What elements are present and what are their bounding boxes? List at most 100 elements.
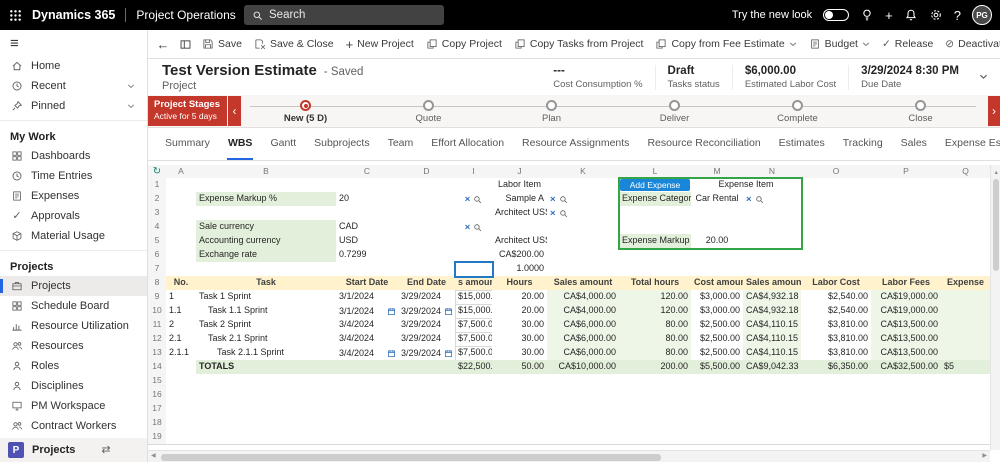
cell-J6[interactable]: CA$200.00 (492, 248, 548, 263)
cell-Q18[interactable] (941, 416, 991, 431)
cell-M15[interactable] (691, 374, 744, 389)
column-header-C[interactable]: C (336, 165, 399, 179)
cell-I3[interactable] (455, 206, 493, 221)
row-header-4[interactable]: 4 (148, 220, 167, 235)
cell-J12[interactable]: 30.00 (492, 332, 548, 347)
cell-Q5[interactable] (941, 234, 991, 249)
clear-value-icon[interactable]: × (465, 221, 471, 234)
cell-B9[interactable]: Task 1 Sprint (196, 290, 337, 305)
cell-J5[interactable]: Architect USSI (492, 234, 548, 249)
cell-P12[interactable]: CA$13,500.00 (871, 332, 942, 347)
cell-J7[interactable]: 1.0000 (492, 262, 548, 277)
cell-C16[interactable] (336, 388, 399, 403)
bell-icon[interactable] (904, 8, 918, 22)
cell-L19[interactable] (619, 430, 692, 445)
column-header-P[interactable]: P (871, 165, 942, 179)
cell-D5[interactable] (398, 234, 456, 249)
app-launcher-icon[interactable] (0, 0, 30, 30)
horizontal-scroll-thumb[interactable] (161, 453, 661, 461)
cell-Q1[interactable] (941, 178, 991, 193)
cell-M16[interactable] (691, 388, 744, 403)
cell-D3[interactable] (398, 206, 456, 221)
cell-Q16[interactable] (941, 388, 991, 403)
scroll-left-icon[interactable]: ◀ (151, 451, 156, 462)
cell-I16[interactable] (455, 388, 493, 403)
cell-K8[interactable]: Sales amount (547, 276, 620, 291)
column-header-J[interactable]: J (492, 165, 548, 179)
cell-O12[interactable]: $3,810.00 (801, 332, 872, 347)
cell-A10[interactable]: 1.1 (166, 304, 197, 319)
cell-B11[interactable]: Task 2 Sprint (196, 318, 337, 333)
cell-O6[interactable] (801, 248, 872, 263)
cell-C2[interactable]: 20 (336, 192, 399, 207)
cell-K6[interactable] (547, 248, 620, 263)
column-header-A[interactable]: A (166, 165, 197, 179)
tab-resource-reconciliation[interactable]: Resource Reconciliation (646, 137, 761, 160)
cell-L4[interactable] (619, 220, 692, 235)
cell-L6[interactable] (619, 248, 692, 263)
cell-J1[interactable]: Labor Item (492, 178, 548, 193)
column-header-M[interactable]: M (691, 165, 744, 179)
cell-N3[interactable] (743, 206, 802, 221)
cell-D12[interactable]: 3/29/2024 (398, 332, 456, 347)
cell-P5[interactable] (871, 234, 942, 249)
cell-N12[interactable]: CA$4,110.15 (743, 332, 802, 347)
cell-N14[interactable]: CA$9,042.33 (743, 360, 802, 375)
calendar-icon[interactable] (387, 307, 396, 316)
tab-effort-allocation[interactable]: Effort Allocation (430, 137, 505, 160)
cell-N5[interactable] (743, 234, 802, 249)
cell-O14[interactable]: $6,350.00 (801, 360, 872, 375)
cell-C11[interactable]: 3/4/2024 (336, 318, 399, 333)
brand-title[interactable]: Dynamics 365 (32, 8, 115, 22)
row-header-14[interactable]: 14 (148, 360, 167, 375)
cell-Q3[interactable] (941, 206, 991, 221)
cell-N4[interactable] (743, 220, 802, 235)
row-header-12[interactable]: 12 (148, 332, 167, 347)
cell-K2[interactable]: × (547, 192, 620, 207)
cell-D15[interactable] (398, 374, 456, 389)
row-header-17[interactable]: 17 (148, 402, 167, 417)
sidebar-item-resources[interactable]: Resources (0, 336, 147, 356)
row-header-15[interactable]: 15 (148, 374, 167, 389)
lookup-search-icon[interactable] (473, 223, 482, 232)
cell-B15[interactable] (196, 374, 337, 389)
cell-O18[interactable] (801, 416, 872, 431)
deactivate-button[interactable]: ⊘Deactivate (939, 30, 1000, 58)
budget-button[interactable]: Budget (803, 30, 876, 58)
cell-B18[interactable] (196, 416, 337, 431)
cell-A3[interactable] (166, 206, 197, 221)
bpf-prev-button[interactable]: ‹ (228, 96, 241, 126)
cell-M18[interactable] (691, 416, 744, 431)
cell-I14[interactable]: $22,500.00 (455, 360, 503, 375)
cell-J19[interactable] (492, 430, 548, 445)
cell-P9[interactable]: CA$19,000.00 (871, 290, 942, 305)
area-switcher[interactable]: P Projects ⇄ (0, 438, 147, 462)
cell-I18[interactable] (455, 416, 493, 431)
cell-K17[interactable] (547, 402, 620, 417)
cell-N8[interactable]: Sales amount (743, 276, 802, 291)
cell-C12[interactable]: 3/4/2024 (336, 332, 399, 347)
tab-resource-assignments[interactable]: Resource Assignments (521, 137, 630, 160)
cell-N16[interactable] (743, 388, 802, 403)
row-header-19[interactable]: 19 (148, 430, 167, 445)
cell-O19[interactable] (801, 430, 872, 445)
cell-O3[interactable] (801, 206, 872, 221)
cell-P8[interactable]: Labor Fees (871, 276, 942, 291)
sidebar-item-pm-workspace[interactable]: PM Workspace (0, 396, 147, 416)
cell-A8[interactable]: No. (166, 276, 197, 291)
cell-I1[interactable] (455, 178, 493, 193)
cell-L7[interactable] (619, 262, 692, 277)
user-avatar[interactable]: PG (972, 5, 992, 25)
cell-P11[interactable]: CA$13,500.00 (871, 318, 942, 333)
cell-J11[interactable]: 30.00 (492, 318, 548, 333)
sidebar-item-disciplines[interactable]: Disciplines (0, 376, 147, 396)
cell-K9[interactable]: CA$4,000.00 (547, 290, 620, 305)
cell-J10[interactable]: 20.00 (492, 304, 548, 319)
horizontal-scrollbar[interactable]: ◀ ▶ (148, 450, 990, 462)
sidebar-item-contract-workers[interactable]: Contract Workers (0, 416, 147, 436)
vertical-scroll-thumb[interactable] (992, 179, 999, 271)
bpf-stage-complete[interactable]: Complete (736, 96, 859, 126)
bpf-stage-new-5-d[interactable]: New (5 D) (244, 96, 367, 126)
cell-K4[interactable] (547, 220, 620, 235)
cell-O7[interactable] (801, 262, 872, 277)
